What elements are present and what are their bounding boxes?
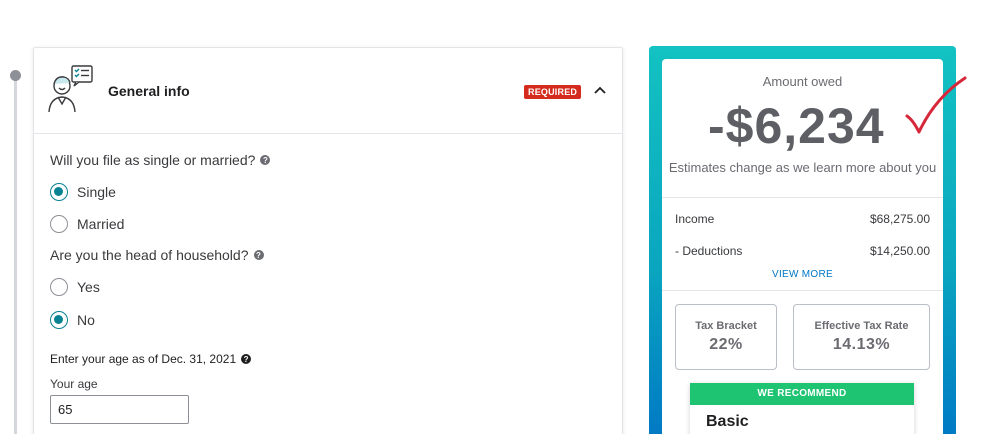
required-badge: REQUIRED — [524, 85, 582, 99]
age-input[interactable] — [50, 395, 189, 424]
help-icon[interactable]: ? — [253, 250, 264, 260]
help-icon[interactable]: ? — [260, 155, 271, 165]
progress-step-dot — [10, 70, 21, 81]
income-row: Income $68,275.00 — [675, 212, 930, 226]
view-more-link[interactable]: VIEW MORE — [662, 269, 943, 280]
amount-owed-value: -$6,234 — [708, 98, 885, 154]
head-of-household-question: Are you the head of household? ? — [50, 247, 264, 263]
divider — [662, 197, 943, 198]
radio-option-yes[interactable]: Yes — [50, 278, 100, 296]
progress-rail — [14, 76, 17, 434]
amount-owed-label: Amount owed — [762, 74, 843, 89]
radio-button[interactable] — [50, 183, 68, 201]
chevron-up-icon — [594, 86, 606, 94]
collapse-button[interactable] — [590, 80, 610, 100]
recommended-plan-name: Basic — [706, 413, 749, 430]
radio-option-no[interactable]: No — [50, 311, 95, 329]
recommend-banner: WE RECOMMEND — [690, 383, 914, 405]
recommendation-card[interactable]: WE RECOMMEND Basic — [690, 383, 914, 434]
checkmark-icon — [905, 76, 967, 134]
tax-bracket-box: Tax Bracket 22% — [675, 304, 777, 370]
age-field-label: Your age — [50, 377, 98, 391]
help-icon[interactable]: ? — [241, 354, 252, 364]
effective-tax-rate-box: Effective Tax Rate 14.13% — [793, 304, 930, 370]
filing-status-question: Will you file as single or married? ? — [50, 152, 271, 168]
radio-option-single[interactable]: Single — [50, 183, 116, 201]
radio-button[interactable] — [50, 215, 68, 233]
radio-option-married[interactable]: Married — [50, 215, 124, 233]
general-info-card: General info REQUIRED Will you file as s… — [33, 47, 623, 434]
divider — [662, 290, 943, 291]
tax-summary-panel: Amount owed -$6,234 Estimates change as … — [662, 59, 967, 434]
radio-button[interactable] — [50, 278, 68, 296]
deductions-row: - Deductions $14,250.00 — [675, 244, 930, 258]
card-title: General info — [108, 83, 190, 99]
estimate-note: Estimates change as we learn more about … — [668, 160, 937, 175]
person-chat-icon — [48, 65, 93, 113]
card-header[interactable]: General info REQUIRED — [34, 48, 622, 134]
radio-button[interactable] — [50, 311, 68, 329]
age-prompt: Enter your age as of Dec. 31, 2021 ? — [50, 352, 252, 366]
